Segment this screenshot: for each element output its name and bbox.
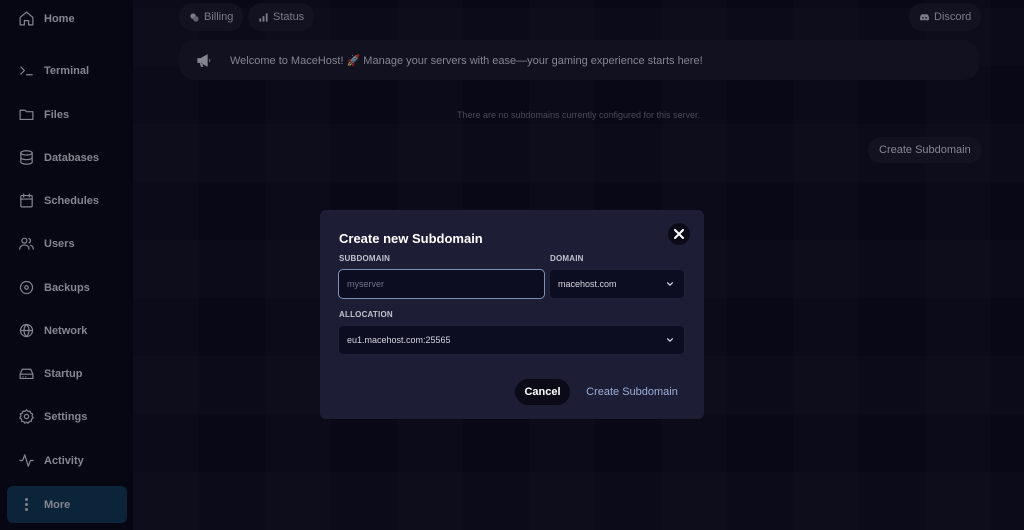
subdomain-label: SUBDOMAIN bbox=[339, 254, 391, 263]
modal-title: Create new Subdomain bbox=[339, 231, 483, 246]
create-subdomain-modal: Create new Subdomain SUBDOMAIN DOMAIN ma… bbox=[320, 210, 704, 419]
chevron-down-icon bbox=[666, 282, 674, 286]
close-icon bbox=[674, 229, 684, 239]
allocation-label: ALLOCATION bbox=[339, 310, 393, 319]
close-button[interactable] bbox=[668, 223, 690, 245]
cancel-button[interactable]: Cancel bbox=[515, 379, 570, 405]
allocation-select[interactable]: eu1.macehost.com:25565 bbox=[338, 325, 685, 355]
domain-label: DOMAIN bbox=[550, 254, 584, 263]
domain-select[interactable]: macehost.com bbox=[549, 269, 685, 299]
chevron-down-icon bbox=[666, 338, 674, 342]
confirm-create-subdomain-button[interactable]: Create Subdomain bbox=[582, 379, 682, 405]
subdomain-input[interactable] bbox=[338, 269, 545, 299]
